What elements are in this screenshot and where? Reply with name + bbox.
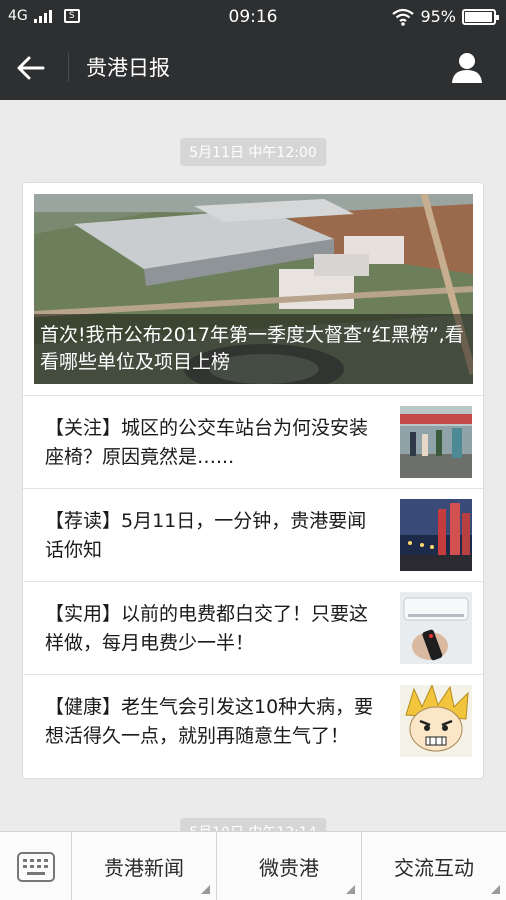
arrow-left-icon[interactable]: [14, 51, 48, 85]
menu-news[interactable]: 贵港新闻: [72, 832, 217, 900]
message-timestamp: 5月11日 中午12:00: [180, 138, 326, 166]
keyboard-toggle[interactable]: [0, 832, 72, 900]
bus-stop-photo: [400, 406, 472, 478]
person-icon[interactable]: [450, 50, 484, 84]
nav-bar: 贵港日报: [0, 34, 506, 100]
battery-fill: [465, 11, 492, 22]
list-item[interactable]: 【实用】以前的电费都白交了！只要这样做，每月电费少一半！: [23, 581, 483, 674]
menu-label: 贵港新闻: [104, 855, 184, 880]
list-item[interactable]: 【荐读】5月11日，一分钟，贵港要闻话你知: [23, 488, 483, 581]
page-title: 贵港日报: [86, 56, 170, 80]
article-title: 【关注】城区的公交车站台为何没安装座椅？原因竟然是…...: [45, 417, 369, 468]
remote-control-photo: [400, 592, 472, 664]
city-night-photo: [400, 499, 472, 571]
battery-icon: [462, 8, 499, 25]
keyboard-icon: [17, 852, 55, 882]
menu-label: 微贵港: [259, 855, 319, 880]
list-item[interactable]: 【健康】老生气会引发这10种大病，要想活得久一点，就别再随意生气了！: [23, 674, 483, 779]
article-title: 【荐读】5月11日，一分钟，贵港要闻话你知: [45, 510, 367, 561]
battery-percent: 95%: [420, 7, 456, 26]
article-title: 【实用】以前的电费都白交了！只要这样做，每月电费少一半！: [45, 603, 369, 654]
wifi-icon: [392, 8, 415, 26]
nav-divider: [68, 52, 69, 82]
menu-interaction[interactable]: 交流互动: [362, 832, 506, 900]
bottom-menu: 贵港新闻 微贵港 交流互动: [0, 831, 506, 900]
article-title: 【健康】老生气会引发这10种大病，要想活得久一点，就别再随意生气了！: [45, 696, 374, 747]
menu-label: 交流互动: [394, 855, 474, 880]
submenu-indicator-icon: [491, 885, 500, 894]
list-item[interactable]: 【关注】城区的公交车站台为何没安装座椅？原因竟然是…...: [23, 395, 483, 488]
article-card: 首次!我市公布2017年第一季度大督查“红黑榜”,看看哪些单位及项目上榜 【关注…: [22, 182, 484, 779]
lead-article-title: 首次!我市公布2017年第一季度大督查“红黑榜”,看看哪些单位及项目上榜: [34, 314, 473, 384]
lead-article[interactable]: 首次!我市公布2017年第一季度大督查“红黑榜”,看看哪些单位及项目上榜: [34, 194, 473, 384]
menu-wei-guigang[interactable]: 微贵港: [217, 832, 362, 900]
angry-cartoon-photo: [400, 685, 472, 757]
submenu-indicator-icon: [201, 885, 210, 894]
status-bar: 4G S 09:16 95%: [0, 0, 506, 34]
submenu-indicator-icon: [346, 885, 355, 894]
